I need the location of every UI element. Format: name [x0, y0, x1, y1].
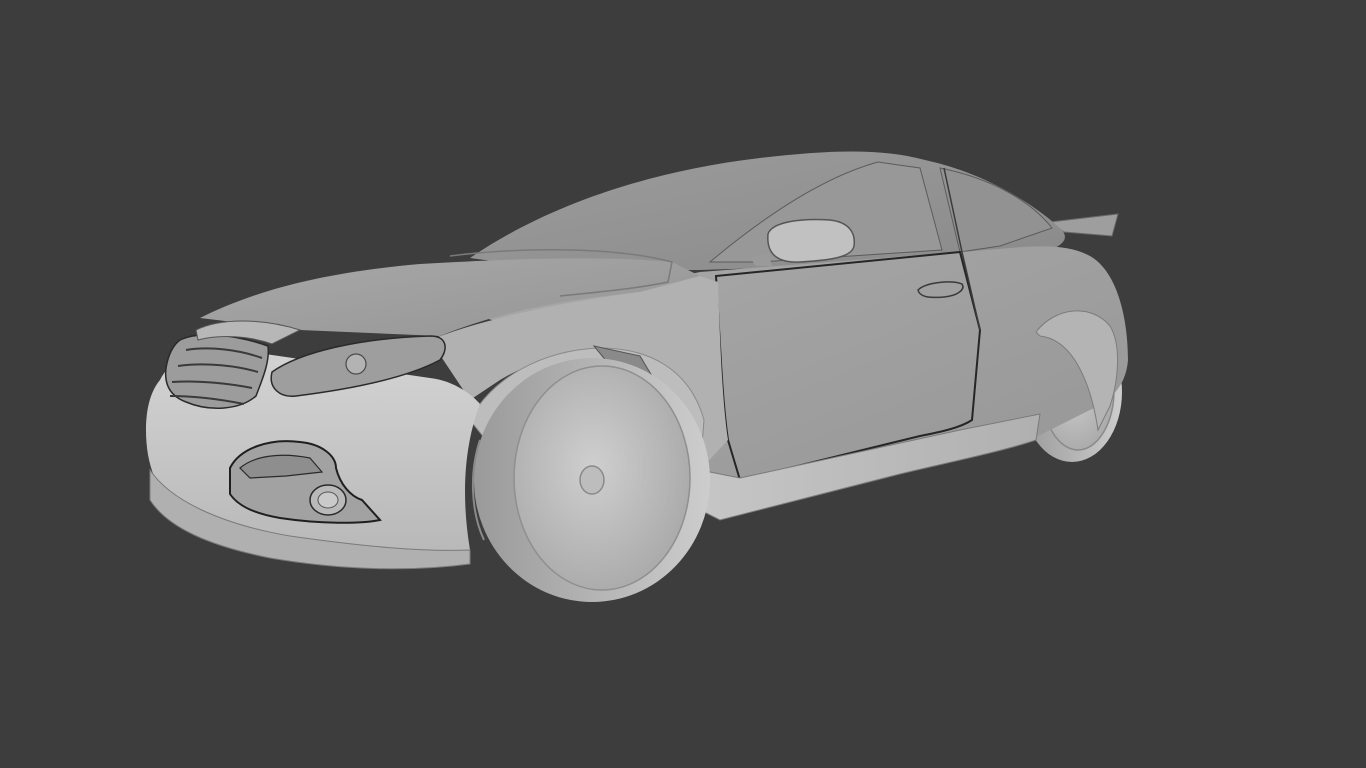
front-grille	[164, 334, 270, 409]
front-wheel	[471, 358, 710, 602]
3d-viewport[interactable]	[0, 0, 1366, 768]
car-model-render	[146, 151, 1128, 602]
